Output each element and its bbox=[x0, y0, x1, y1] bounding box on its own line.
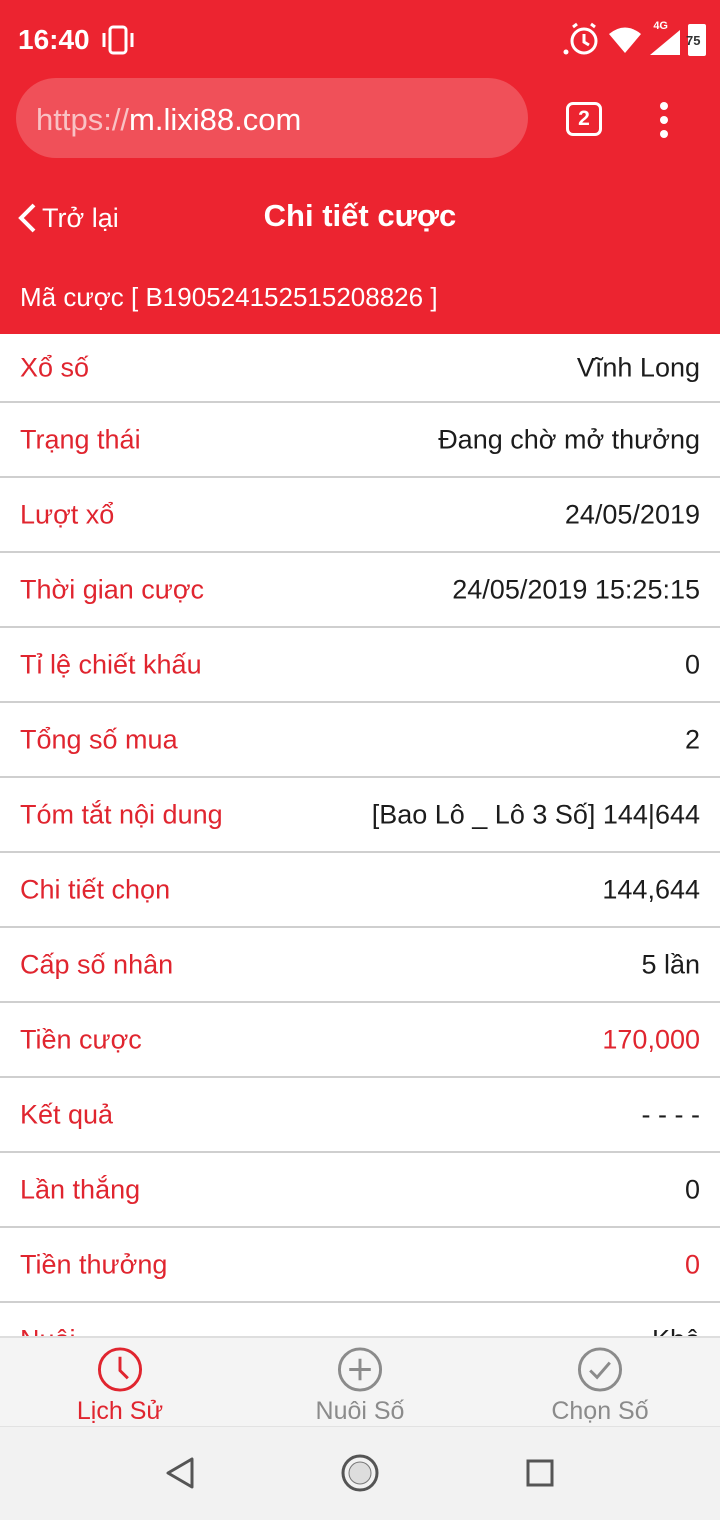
detail-value: 0 bbox=[684, 649, 700, 679]
back-triangle-icon[interactable] bbox=[160, 1453, 200, 1493]
detail-value: [Bao Lô _ Lô 3 Số] 144|644 bbox=[371, 799, 700, 829]
detail-row: Lần thắng 0 bbox=[0, 1153, 720, 1228]
plus-circle-icon bbox=[337, 1347, 383, 1392]
detail-value: 24/05/2019 bbox=[564, 499, 700, 529]
detail-label: Tiền cược bbox=[20, 1024, 142, 1054]
detail-row: Tóm tắt nội dung [Bao Lô _ Lô 3 Số] 144|… bbox=[0, 778, 720, 853]
detail-value: 144,644 bbox=[602, 874, 700, 904]
detail-value: Đang chờ mở thưởng bbox=[438, 424, 700, 454]
detail-value: Vĩnh Long bbox=[576, 352, 700, 382]
home-circle-icon[interactable] bbox=[340, 1453, 380, 1493]
detail-row: Thời gian cược 24/05/2019 15:25:15 bbox=[0, 553, 720, 628]
detail-value: - - - - bbox=[641, 1099, 700, 1129]
detail-label: Nuôi bbox=[20, 1324, 76, 1336]
detail-row: Tiền thưởng 0 bbox=[0, 1228, 720, 1303]
detail-row: Kết quả - - - - bbox=[0, 1078, 720, 1153]
detail-row: Xổ số Vĩnh Long bbox=[0, 334, 720, 403]
detail-row: Tỉ lệ chiết khấu 0 bbox=[0, 628, 720, 703]
back-button[interactable]: Trở lại bbox=[16, 198, 119, 238]
vibrate-icon bbox=[102, 25, 134, 55]
detail-label: Lần thắng bbox=[20, 1174, 141, 1204]
bet-details-list: Xổ số Vĩnh Long Trạng thái Đang chờ mở t… bbox=[0, 334, 720, 1336]
detail-value: 5 lần bbox=[641, 949, 700, 979]
detail-row: Cấp số nhân 5 lần bbox=[0, 928, 720, 1003]
bet-amount-value: 170,000 bbox=[602, 1024, 700, 1054]
status-time: 16:40 bbox=[18, 24, 90, 55]
browser-toolbar: https://m.lixi88.com 2 bbox=[0, 78, 720, 174]
detail-value: Khô bbox=[652, 1324, 700, 1336]
tab-nuoi-so[interactable]: Nuôi Số bbox=[240, 1338, 480, 1426]
detail-label: Tỉ lệ chiết khấu bbox=[20, 649, 202, 679]
detail-label: Thời gian cược bbox=[20, 574, 205, 604]
back-label: Trở lại bbox=[42, 202, 119, 233]
tab-lich-su[interactable]: Lịch Sử bbox=[0, 1338, 240, 1426]
status-bar: 16:40 4G 75 bbox=[0, 0, 720, 78]
detail-row: Chi tiết chọn 144,644 bbox=[0, 853, 720, 928]
detail-label: Trạng thái bbox=[20, 424, 141, 454]
bet-code: Mã cược [ B190524152515208826 ] bbox=[20, 282, 438, 312]
detail-label: Xổ số bbox=[20, 352, 90, 382]
tab-chon-so[interactable]: Chọn Số bbox=[480, 1338, 720, 1426]
clock-icon bbox=[97, 1347, 143, 1392]
url-host: m.lixi88.com bbox=[129, 102, 302, 137]
detail-label: Tóm tắt nội dung bbox=[20, 799, 223, 829]
url-text: https://m.lixi88.com bbox=[36, 102, 301, 138]
detail-row: Tổng số mua 2 bbox=[0, 703, 720, 778]
detail-value: 24/05/2019 15:25:15 bbox=[452, 574, 700, 604]
detail-row: Trạng thái Đang chờ mở thưởng bbox=[0, 403, 720, 478]
status-icons: 4G 75 bbox=[562, 20, 706, 60]
detail-label: Chi tiết chọn bbox=[20, 874, 171, 904]
battery-icon: 75 bbox=[686, 24, 706, 56]
alarm-icon bbox=[563, 22, 598, 55]
page-header: Trở lại Chi tiết cược Mã cược [ B1905241… bbox=[0, 174, 720, 334]
detail-label: Tiền thưởng bbox=[20, 1249, 168, 1279]
chevron-left-icon bbox=[18, 203, 36, 233]
url-bar[interactable]: https://m.lixi88.com bbox=[16, 78, 528, 158]
tab-label: Nuôi Số bbox=[315, 1397, 405, 1425]
detail-row: Nuôi Khô bbox=[0, 1303, 720, 1336]
more-vert-icon[interactable] bbox=[652, 100, 676, 140]
detail-label: Tổng số mua bbox=[20, 724, 178, 754]
url-scheme: https:// bbox=[36, 102, 130, 137]
detail-label: Lượt xổ bbox=[20, 499, 115, 529]
bottom-tab-bar: Lịch Sử Nuôi Số Chọn Số bbox=[0, 1336, 720, 1426]
detail-row: Lượt xổ 24/05/2019 bbox=[0, 478, 720, 553]
detail-row: Tiền cược 170,000 bbox=[0, 1003, 720, 1078]
tab-switcher-button[interactable]: 2 bbox=[566, 102, 602, 136]
tab-label: Lịch Sử bbox=[76, 1397, 164, 1425]
system-nav-bar bbox=[0, 1426, 720, 1520]
detail-label: Kết quả bbox=[20, 1099, 114, 1129]
recents-square-icon[interactable] bbox=[520, 1453, 560, 1493]
prize-amount-value: 0 bbox=[684, 1249, 700, 1279]
tab-label: Chọn Số bbox=[551, 1397, 649, 1425]
battery-level: 75 bbox=[686, 33, 701, 48]
wifi-icon bbox=[609, 27, 641, 53]
signal-icon: 4G bbox=[648, 20, 682, 56]
tab-count-label: 2 bbox=[578, 107, 590, 130]
detail-value: 2 bbox=[684, 724, 700, 754]
detail-value: 0 bbox=[684, 1174, 700, 1204]
check-circle-icon bbox=[577, 1347, 623, 1392]
detail-label: Cấp số nhân bbox=[20, 949, 174, 979]
